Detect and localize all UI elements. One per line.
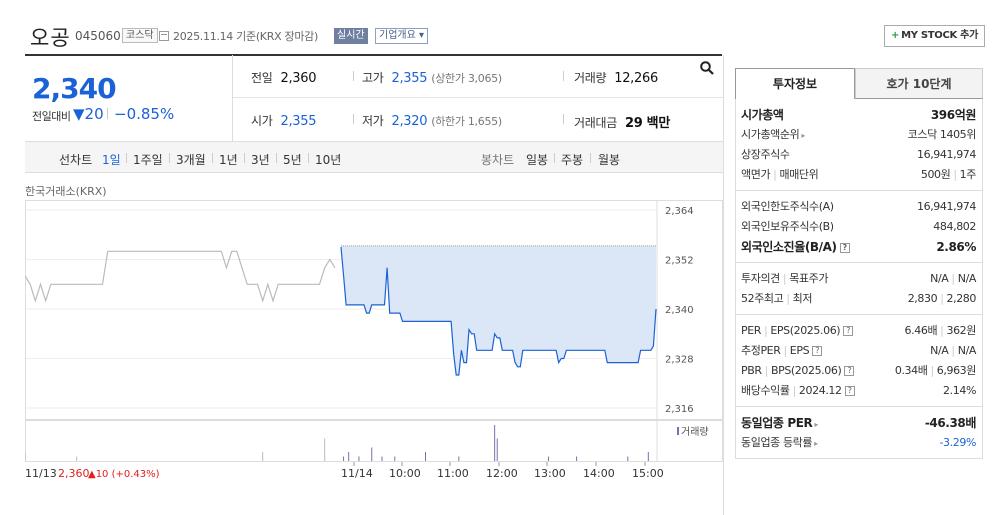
- candle-daily[interactable]: 일봉: [526, 151, 548, 168]
- prev-day-change: ▲10 (+0.43%): [88, 469, 160, 480]
- period-3y[interactable]: 3년: [251, 151, 270, 168]
- today-area: [341, 245, 656, 375]
- x-tick-label: 14:00: [583, 467, 615, 480]
- data-source: 한국거래소(KRX): [25, 185, 107, 198]
- prev-day-close: 2,360: [58, 467, 90, 480]
- company-overview-dropdown[interactable]: 기업개요 ▾: [375, 28, 429, 44]
- chevron-right-icon: ▸: [814, 439, 818, 448]
- stock-code: 045060: [75, 29, 121, 43]
- help-icon[interactable]: ?: [812, 346, 823, 356]
- price-chart: 2,364 2,352 2,340 2,328 2,316: [25, 200, 723, 420]
- prev-close: 전일 2,360: [251, 71, 317, 86]
- x-tick-label: 15:00: [632, 467, 664, 480]
- summary-row-2: 시가 2,355 저가 2,320 (하한가 1,655) 거래대금 29 백만: [233, 98, 724, 141]
- period-3m[interactable]: 3개월: [176, 151, 206, 168]
- period-10y[interactable]: 10년: [315, 151, 341, 168]
- realtime-button[interactable]: 실시간: [334, 28, 368, 44]
- period-5y[interactable]: 5년: [283, 151, 302, 168]
- line-chart-label: 선차트: [59, 153, 93, 167]
- tab-orderbook[interactable]: 호가 10단계: [855, 68, 983, 99]
- summary-row-1: 전일 2,360 고가 2,355 (상한가 3,065) 거래량 12,266: [233, 55, 724, 98]
- open-price: 시가 2,355: [251, 114, 317, 129]
- divider: [723, 55, 724, 515]
- candle-monthly[interactable]: 월봉: [598, 151, 620, 168]
- y-tick-label: 2,364: [665, 206, 694, 217]
- market-badge: 코스닥: [122, 28, 158, 43]
- y-tick-label: 2,316: [665, 404, 694, 415]
- trade-amount: 거래대금 29 백만: [574, 116, 671, 131]
- period-1y[interactable]: 1년: [219, 151, 238, 168]
- y-tick-label: 2,328: [665, 355, 694, 366]
- current-price: 2,340: [32, 72, 117, 105]
- help-icon[interactable]: ?: [843, 326, 854, 336]
- volume-legend-swatch: [677, 427, 679, 435]
- tab-invest-info[interactable]: 투자정보: [735, 68, 855, 99]
- volume-frame: [25, 420, 723, 462]
- period-1w[interactable]: 1주일: [133, 151, 163, 168]
- help-icon[interactable]: ?: [844, 366, 855, 376]
- invest-info-panel: 시가총액 396억원 시가총액순위 ▸ 코스닥 1405위 상장주식수 16,941,9…: [735, 99, 983, 459]
- stock-header: 오공 045060 코스닥 2025.11.14 기준(KRX 장마감) 실시간…: [0, 0, 993, 55]
- stock-name: 오공: [30, 26, 71, 50]
- x-tick-label: 11:00: [437, 467, 469, 480]
- plus-icon: +: [891, 30, 900, 41]
- change-percent: −0.85%: [114, 105, 175, 123]
- period-1d[interactable]: 1일: [102, 151, 121, 168]
- x-tick-label: 13:00: [534, 467, 566, 480]
- divider: [107, 108, 108, 119]
- change-value: ▼20: [73, 105, 104, 123]
- chevron-right-icon: ▸: [814, 420, 818, 429]
- chart-period-bar: 선차트 1일 1주일 3개월 1년 3년 5년 10년 봉차트 일봉 주봉 월봉: [25, 141, 723, 173]
- chevron-right-icon: ▸: [801, 131, 805, 140]
- info-tabs: 투자정보 호가 10단계: [735, 68, 983, 99]
- x-tick-label: 10:00: [389, 467, 421, 480]
- volume-chart: 거래량 11/14 10:00 11:00 12:00 13:00 14:00 15:00 11…: [25, 420, 723, 480]
- base-date: 2025.11.14 기준(KRX 장마감): [173, 30, 318, 43]
- calendar-icon: [159, 31, 169, 41]
- volume: 거래량 12,266: [574, 71, 658, 86]
- low-price: 저가 2,320 (하한가 1,655): [362, 114, 502, 129]
- help-icon[interactable]: ?: [839, 242, 850, 253]
- prev-day-label: 11/13: [25, 467, 57, 480]
- my-stock-add-button[interactable]: + MY STOCK 추가: [884, 25, 985, 47]
- x-tick-label: 11/14: [341, 467, 373, 480]
- y-tick-label: 2,352: [665, 256, 694, 267]
- prev-day-line: [25, 250, 336, 303]
- candle-weekly[interactable]: 주봉: [561, 151, 583, 168]
- help-icon[interactable]: ?: [844, 386, 855, 396]
- search-icon[interactable]: [700, 61, 714, 75]
- volume-legend: 거래량: [681, 426, 709, 438]
- y-tick-label: 2,340: [665, 305, 694, 316]
- x-tick-label: 12:00: [486, 467, 518, 480]
- candle-chart-label: 봉차트: [481, 153, 515, 167]
- change-label: 전일대비: [32, 110, 71, 123]
- high-price: 고가 2,355 (상한가 3,065): [362, 71, 502, 86]
